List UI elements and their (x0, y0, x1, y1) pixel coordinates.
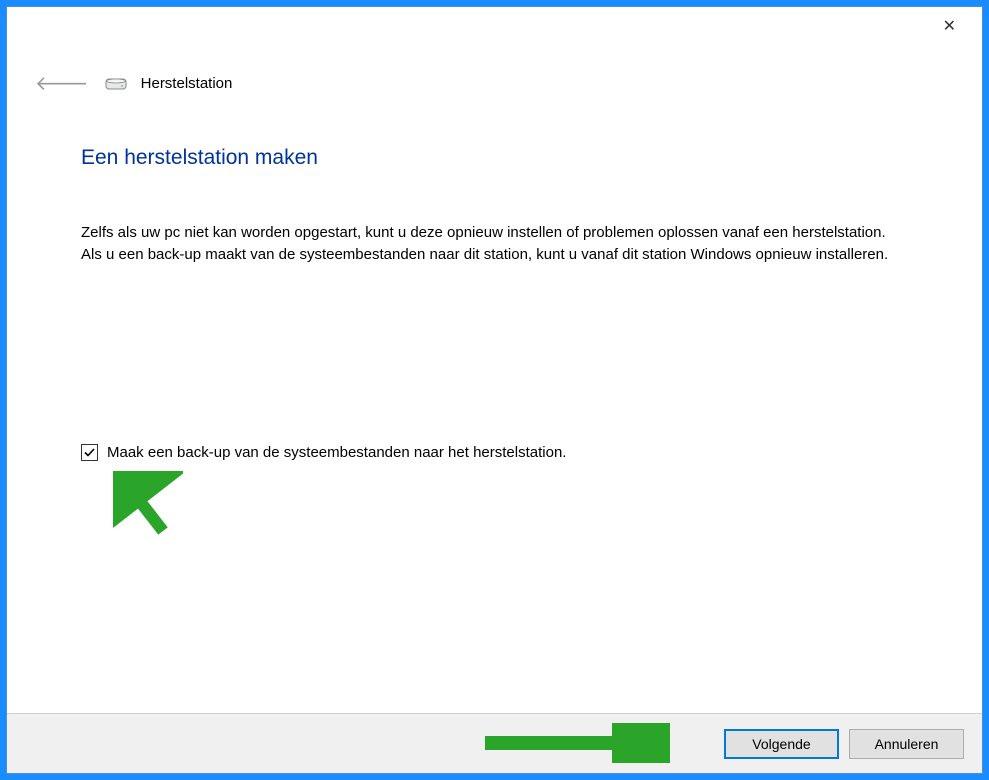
drive-icon (105, 77, 127, 91)
wizard-heading: Een herstelstation maken (81, 146, 908, 170)
page-title: Herstelstation (141, 75, 233, 92)
back-arrow-icon[interactable]: 🡐 (33, 69, 91, 98)
cancel-button[interactable]: Annuleren (849, 729, 964, 759)
wizard-window: ✕ 🡐 Herstelstation Een herstelstation ma… (6, 6, 983, 774)
content-area: Een herstelstation maken Zelfs als uw pc… (7, 98, 982, 713)
wizard-description: Zelfs als uw pc niet kan worden opgestar… (81, 222, 901, 266)
backup-checkbox-row: Maak een back-up van de systeembestanden… (81, 444, 908, 461)
titlebar: ✕ (7, 7, 982, 45)
annotation-arrow-icon (113, 471, 183, 541)
next-button[interactable]: Volgende (724, 729, 839, 759)
close-icon[interactable]: ✕ (935, 12, 964, 40)
header-row: 🡐 Herstelstation (7, 69, 982, 98)
checkmark-icon (83, 446, 96, 459)
annotation-arrow-icon (475, 723, 670, 763)
backup-checkbox-label: Maak een back-up van de systeembestanden… (107, 444, 566, 461)
backup-checkbox[interactable] (81, 444, 98, 461)
